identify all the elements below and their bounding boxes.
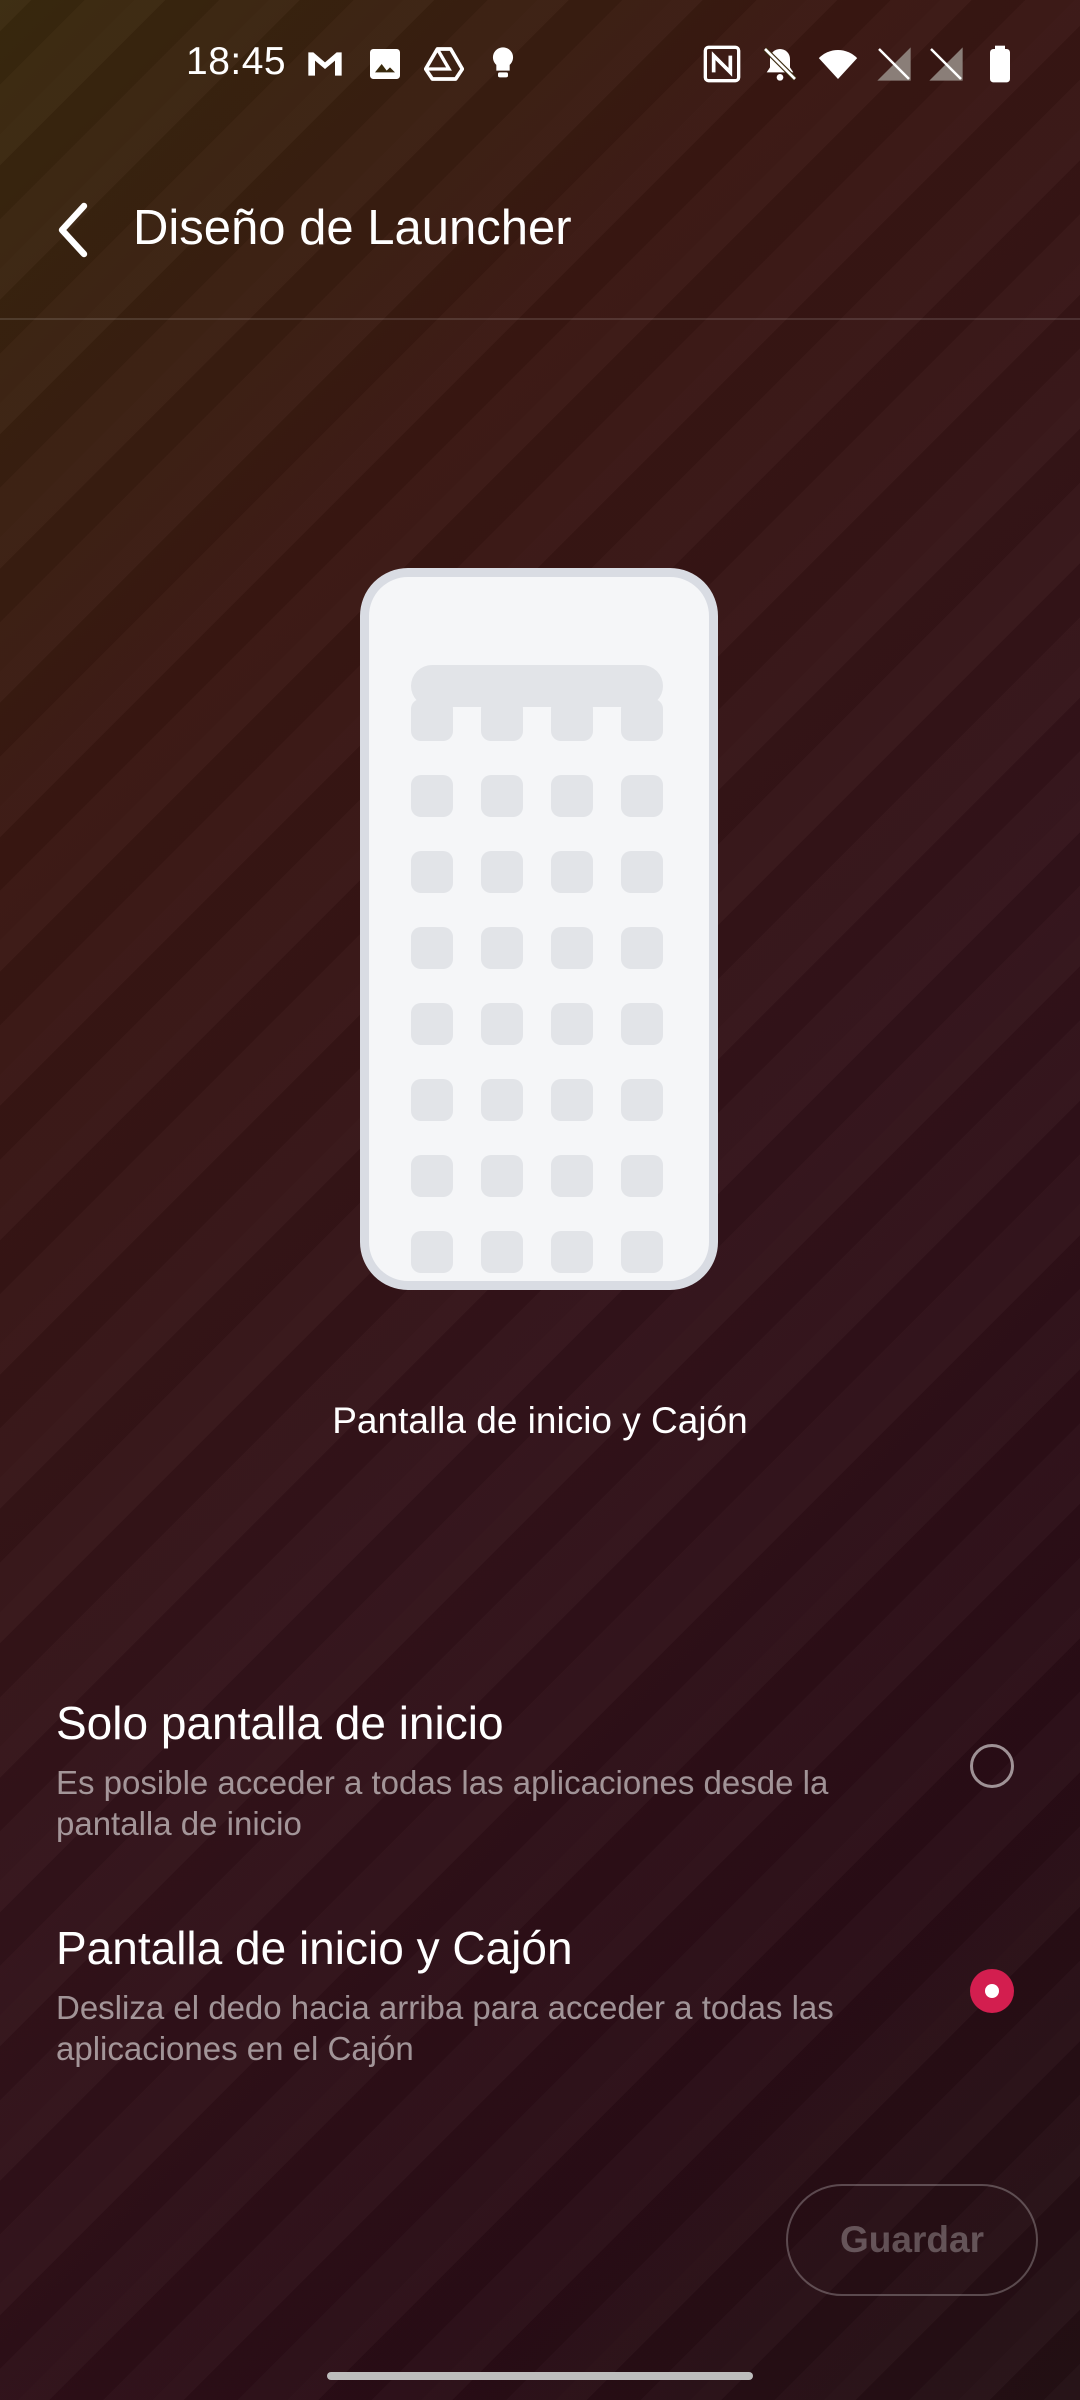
app-icon-placeholder (481, 1079, 523, 1121)
app-icon-placeholder (481, 775, 523, 817)
app-icon-placeholder (481, 927, 523, 969)
phone-illustration (360, 568, 718, 1290)
app-icon-placeholder (621, 775, 663, 817)
app-icon-placeholder (551, 1003, 593, 1045)
app-icon-placeholder (411, 927, 453, 969)
app-icon-placeholder (411, 1003, 453, 1045)
app-icon-placeholder (411, 699, 453, 741)
app-icon-placeholder (551, 1079, 593, 1121)
app-icon-placeholder (551, 1155, 593, 1197)
app-icon-placeholder (621, 699, 663, 741)
app-icon-placeholder (411, 851, 453, 893)
app-icon-placeholder (411, 1231, 453, 1273)
app-icon-placeholder (411, 1155, 453, 1197)
app-icon-placeholder (551, 927, 593, 969)
app-icon-placeholder (621, 1231, 663, 1273)
layout-preview: Pantalla de inicio y Cajón (0, 0, 1080, 1500)
save-button[interactable]: Guardar (786, 2184, 1038, 2296)
app-icon-placeholder (411, 1079, 453, 1121)
app-icon-placeholder (551, 775, 593, 817)
option-home-only[interactable]: Solo pantalla de inicio Es posible acced… (0, 1680, 1080, 1850)
app-icon-placeholder (621, 1079, 663, 1121)
app-icon-placeholder (481, 1155, 523, 1197)
radio-button-selected[interactable] (970, 1969, 1014, 2013)
option-description: Desliza el dedo hacia arriba para accede… (56, 1989, 834, 2067)
option-home-and-drawer[interactable]: Pantalla de inicio y Cajón Desliza el de… (0, 1905, 1080, 2075)
app-icon-placeholder (551, 1231, 593, 1273)
app-icon-placeholder (551, 851, 593, 893)
app-icon-placeholder (551, 699, 593, 741)
radio-button[interactable] (970, 1744, 1014, 1788)
preview-caption: Pantalla de inicio y Cajón (332, 1400, 748, 1441)
option-title: Solo pantalla de inicio (56, 1697, 504, 1749)
option-title: Pantalla de inicio y Cajón (56, 1922, 573, 1974)
option-description: Es posible acceder a todas las aplicacio… (56, 1764, 829, 1842)
app-icon-placeholder (621, 851, 663, 893)
app-icon-placeholder (621, 927, 663, 969)
app-icon-placeholder (621, 1003, 663, 1045)
app-icon-placeholder (481, 1003, 523, 1045)
app-icon-placeholder (411, 775, 453, 817)
app-icon-placeholder (481, 699, 523, 741)
app-icon-placeholder (621, 1155, 663, 1197)
app-icon-placeholder (481, 851, 523, 893)
app-icon-placeholder (481, 1231, 523, 1273)
